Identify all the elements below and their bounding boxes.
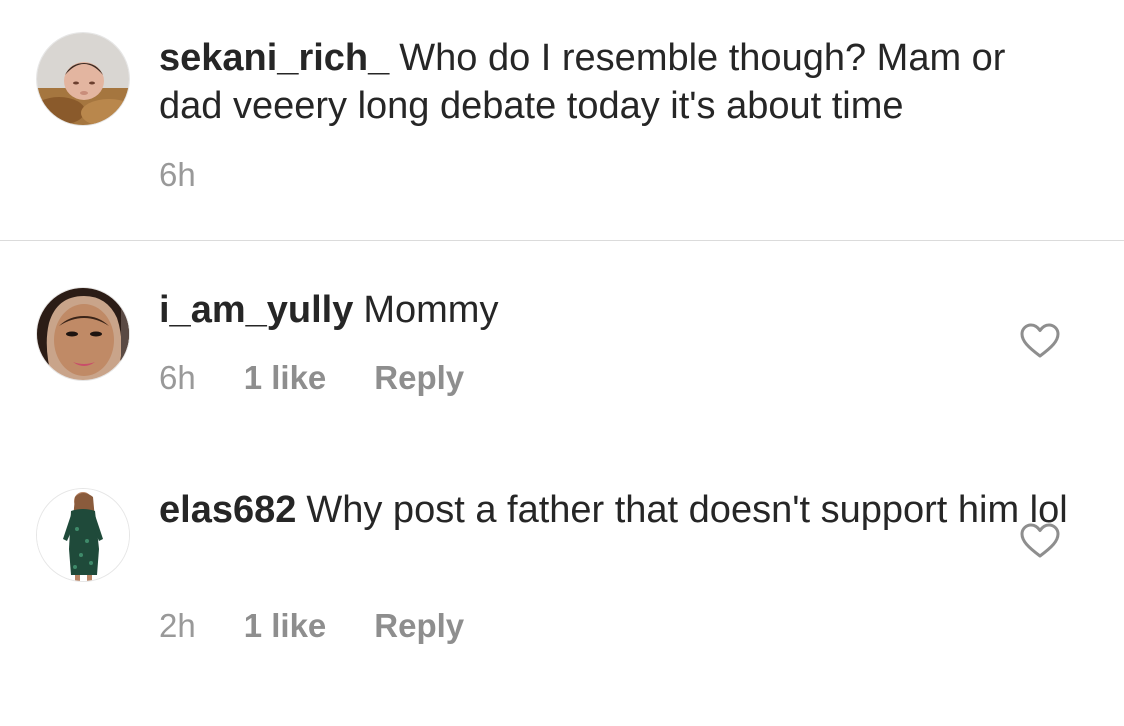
reply-button[interactable]: Reply [374,607,464,644]
comment-text-block: elas682 Why post a father that doesn't su… [159,486,1079,534]
username[interactable]: i_am_yully [159,289,353,331]
avatar[interactable] [36,488,130,582]
caption-meta: 6h [159,155,196,195]
comment-meta: 2h 1 like Reply [159,606,464,646]
username[interactable]: sekani_rich_ [159,37,389,79]
like-count-link[interactable]: 1 like [244,359,327,396]
woman-green-dress-avatar-icon [37,489,129,581]
username[interactable]: elas682 [159,489,296,531]
comment-text-block: i_am_yully Mommy [159,286,1079,334]
timestamp: 6h [159,156,196,193]
divider [0,240,1124,241]
avatar[interactable] [36,32,130,126]
like-count-link[interactable]: 1 like [244,607,327,644]
comment-text: Why post a father that doesn't support h… [306,489,1068,531]
timestamp: 2h [159,607,196,644]
comment-text: Mommy [363,289,499,331]
comment-meta: 6h 1 like Reply [159,358,464,398]
baby-photo-avatar-icon [37,33,129,125]
woman-face-avatar-icon [37,288,129,380]
heart-outline-icon[interactable] [1020,323,1060,359]
reply-button[interactable]: Reply [374,359,464,396]
caption-text-block: sekani_rich_ Who do I resemble though? Ma… [159,34,1079,130]
avatar[interactable] [36,287,130,381]
timestamp: 6h [159,359,196,396]
heart-outline-icon[interactable] [1020,523,1060,559]
